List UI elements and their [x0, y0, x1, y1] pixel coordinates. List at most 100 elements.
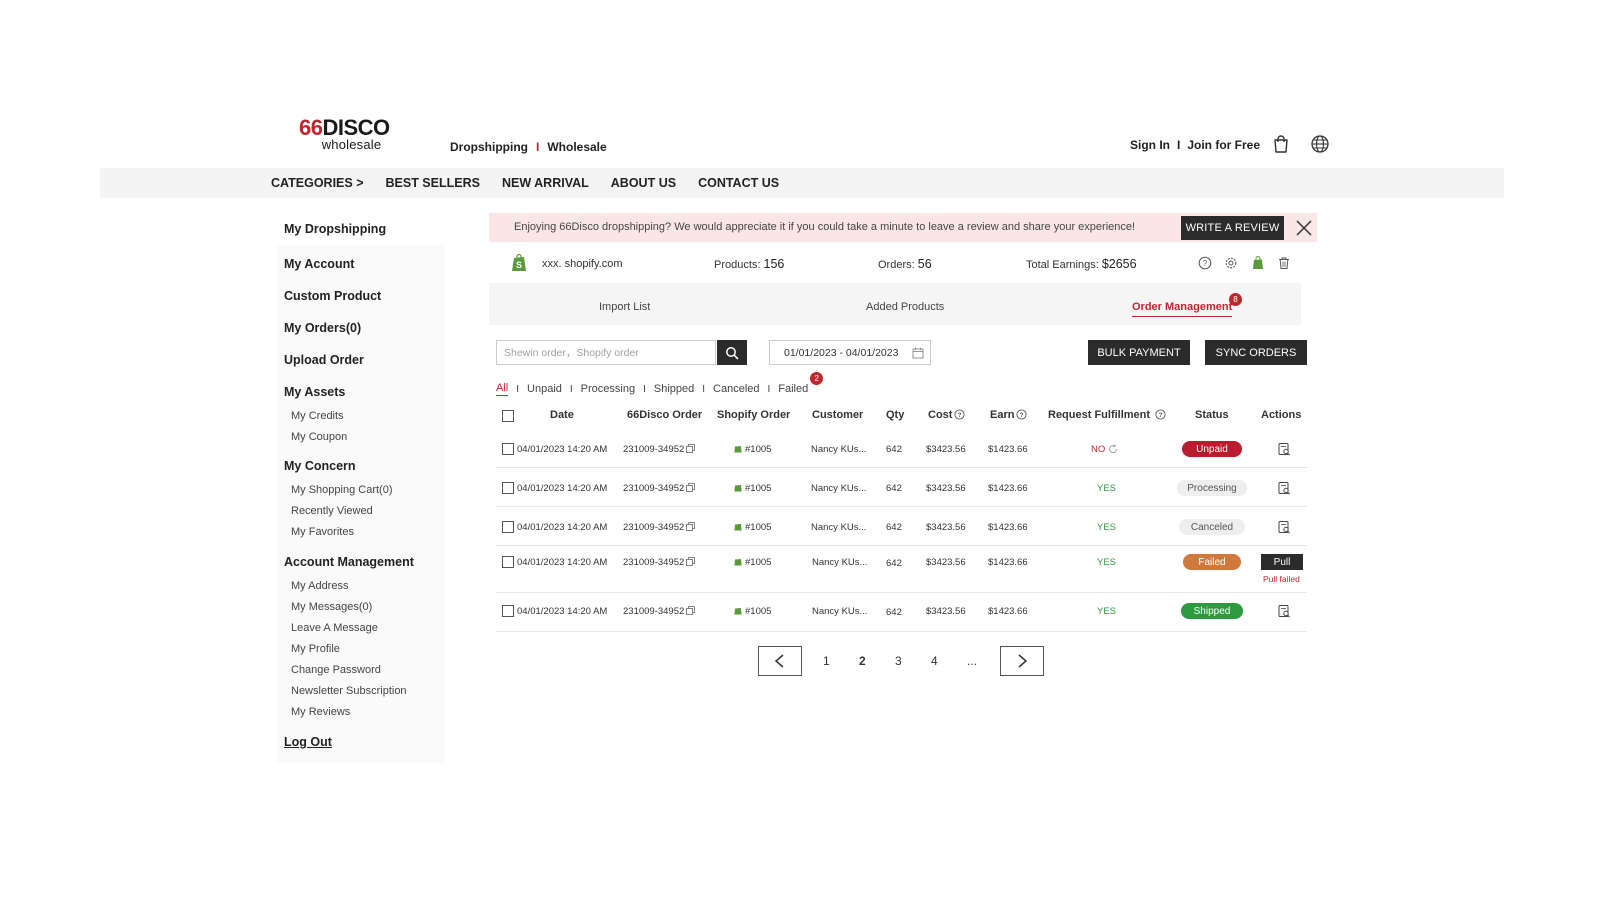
sidebar-item-my-coupon[interactable]: My Coupon: [291, 431, 347, 443]
table-row: 04/01/2023 14:20 AM 231009-34952 #1005 N…: [496, 429, 1307, 468]
earn-help-icon[interactable]: ?: [1016, 409, 1028, 420]
date-range-value: 01/01/2023 - 04/01/2023: [784, 346, 899, 359]
sidebar-item-my-profile[interactable]: My Profile: [291, 643, 340, 655]
write-review-button[interactable]: WRITE A REVIEW: [1181, 216, 1284, 240]
sidebar-item-my-address[interactable]: My Address: [291, 580, 348, 592]
pull-button[interactable]: Pull: [1261, 554, 1303, 570]
order-cost: $3423.56: [926, 606, 966, 617]
sidebar-item-my-reviews[interactable]: My Reviews: [291, 706, 350, 718]
shopify-order-id[interactable]: #1005: [734, 606, 771, 617]
copy-icon[interactable]: [686, 557, 696, 566]
copy-icon[interactable]: [686, 483, 696, 492]
sidebar-title[interactable]: My Dropshipping: [284, 222, 386, 236]
shopping-bag-icon[interactable]: [1271, 134, 1291, 154]
pagination-page[interactable]: 1: [823, 654, 830, 668]
log-out-link[interactable]: Log Out: [284, 735, 332, 749]
settings-icon[interactable]: [1224, 256, 1238, 270]
nav-best-sellers[interactable]: BEST SELLERS: [386, 176, 480, 190]
select-all-checkbox[interactable]: [502, 410, 514, 422]
view-order-icon[interactable]: [1277, 604, 1291, 618]
close-icon[interactable]: [1294, 218, 1314, 238]
status-filter-unpaid[interactable]: Unpaid: [527, 383, 562, 395]
status-filter-processing[interactable]: Processing: [581, 383, 635, 395]
copy-icon[interactable]: [686, 444, 696, 453]
sidebar-item-my-favorites[interactable]: My Favorites: [291, 526, 354, 538]
copy-icon[interactable]: [686, 522, 696, 531]
sidebar-item-custom-product[interactable]: Custom Product: [284, 289, 381, 303]
order-cost: $3423.56: [926, 444, 966, 455]
dropshipping-tabs: Import List Added Products Order Managem…: [489, 283, 1301, 325]
cost-help-icon[interactable]: ?: [954, 409, 966, 420]
globe-icon[interactable]: [1310, 134, 1330, 154]
pagination-page[interactable]: 3: [895, 654, 902, 668]
fulfillment-help-icon[interactable]: ?: [1155, 409, 1166, 420]
status-filter-all[interactable]: All: [496, 382, 509, 396]
sidebar-item-newsletter[interactable]: Newsletter Subscription: [291, 685, 407, 697]
tab-order-management[interactable]: Order Management: [1132, 301, 1233, 317]
order-cost: $3423.56: [926, 483, 966, 494]
search-button[interactable]: [717, 340, 747, 365]
failed-count-badge: 2: [810, 372, 824, 385]
site-logo[interactable]: 66DISCO wholesale: [299, 117, 404, 153]
row-checkbox[interactable]: [502, 443, 514, 455]
sync-orders-button[interactable]: SYNC ORDERS: [1205, 340, 1307, 365]
shopify-icon[interactable]: [1251, 256, 1265, 270]
refresh-icon[interactable]: [1108, 444, 1118, 454]
join-free-link[interactable]: Join for Free: [1187, 138, 1260, 152]
order-search-input[interactable]: [496, 340, 716, 365]
nav-about-us[interactable]: ABOUT US: [611, 176, 676, 190]
sidebar-item-change-password[interactable]: Change Password: [291, 664, 381, 676]
row-checkbox[interactable]: [502, 556, 514, 568]
sidebar-section-my-assets[interactable]: My Assets: [284, 385, 345, 399]
shopify-order-id[interactable]: #1005: [734, 557, 771, 568]
col-cost-label: Cost: [928, 409, 953, 421]
nav-contact-us[interactable]: CONTACT US: [698, 176, 779, 190]
row-checkbox[interactable]: [502, 521, 514, 533]
trash-icon[interactable]: [1277, 256, 1291, 270]
earnings-value: $2656: [1101, 257, 1137, 271]
mode-wholesale-link[interactable]: Wholesale: [547, 140, 606, 154]
sidebar-item-recently-viewed[interactable]: Recently Viewed: [291, 505, 373, 517]
sidebar-item-my-credits[interactable]: My Credits: [291, 410, 344, 422]
date-range-picker[interactable]: 01/01/2023 - 04/01/2023: [769, 340, 931, 365]
tab-added-products[interactable]: Added Products: [866, 301, 944, 313]
pagination-prev-button[interactable]: [758, 646, 802, 676]
pagination-next-button[interactable]: [1000, 646, 1044, 676]
status-filter-failed[interactable]: Failed: [778, 383, 808, 395]
shopify-mini-icon: [734, 485, 742, 492]
sidebar-section-account-management[interactable]: Account Management: [284, 555, 414, 569]
shopify-logo-icon: S: [512, 254, 526, 271]
sidebar-section-my-concern[interactable]: My Concern: [284, 459, 356, 473]
pagination-page-current[interactable]: 2: [859, 654, 866, 668]
nav-new-arrival[interactable]: NEW ARRIVAL: [502, 176, 589, 190]
sidebar-item-my-orders[interactable]: My Orders(0): [284, 321, 361, 335]
view-order-icon[interactable]: [1277, 481, 1291, 495]
bulk-payment-button[interactable]: BULK PAYMENT: [1088, 340, 1190, 365]
tab-import-list[interactable]: Import List: [599, 301, 650, 313]
status-filter-canceled[interactable]: Canceled: [713, 383, 759, 395]
nav-categories[interactable]: CATEGORIES >: [271, 176, 364, 190]
shopify-order-id[interactable]: #1005: [734, 522, 771, 533]
shopify-order-id[interactable]: #1005: [734, 444, 771, 455]
row-checkbox[interactable]: [502, 482, 514, 494]
sidebar-item-my-account[interactable]: My Account: [284, 257, 354, 271]
shopify-mini-icon: [734, 608, 742, 615]
sidebar-item-upload-order[interactable]: Upload Order: [284, 353, 364, 367]
view-order-icon[interactable]: [1277, 520, 1291, 534]
shopify-order-text: #1005: [745, 483, 772, 494]
mode-dropshipping-link[interactable]: Dropshipping: [450, 140, 528, 154]
copy-icon[interactable]: [686, 606, 696, 615]
sign-in-link[interactable]: Sign In: [1130, 138, 1170, 152]
pagination-page[interactable]: 4: [931, 654, 938, 668]
sidebar-item-my-messages[interactable]: My Messages(0): [291, 601, 372, 613]
col-earn: Earn?: [990, 409, 1028, 421]
status-filter-shipped[interactable]: Shipped: [654, 383, 694, 395]
sidebar-item-shopping-cart[interactable]: My Shopping Cart(0): [291, 484, 393, 496]
view-order-icon[interactable]: [1277, 442, 1291, 456]
shopify-order-id[interactable]: #1005: [734, 483, 771, 494]
store-domain[interactable]: xxx. shopify.com: [542, 258, 623, 270]
sidebar-item-leave-message[interactable]: Leave A Message: [291, 622, 378, 634]
row-checkbox[interactable]: [502, 605, 514, 617]
main-nav-bar: CATEGORIES > BEST SELLERS NEW ARRIVAL AB…: [100, 168, 1504, 198]
help-icon[interactable]: ?: [1198, 256, 1212, 270]
